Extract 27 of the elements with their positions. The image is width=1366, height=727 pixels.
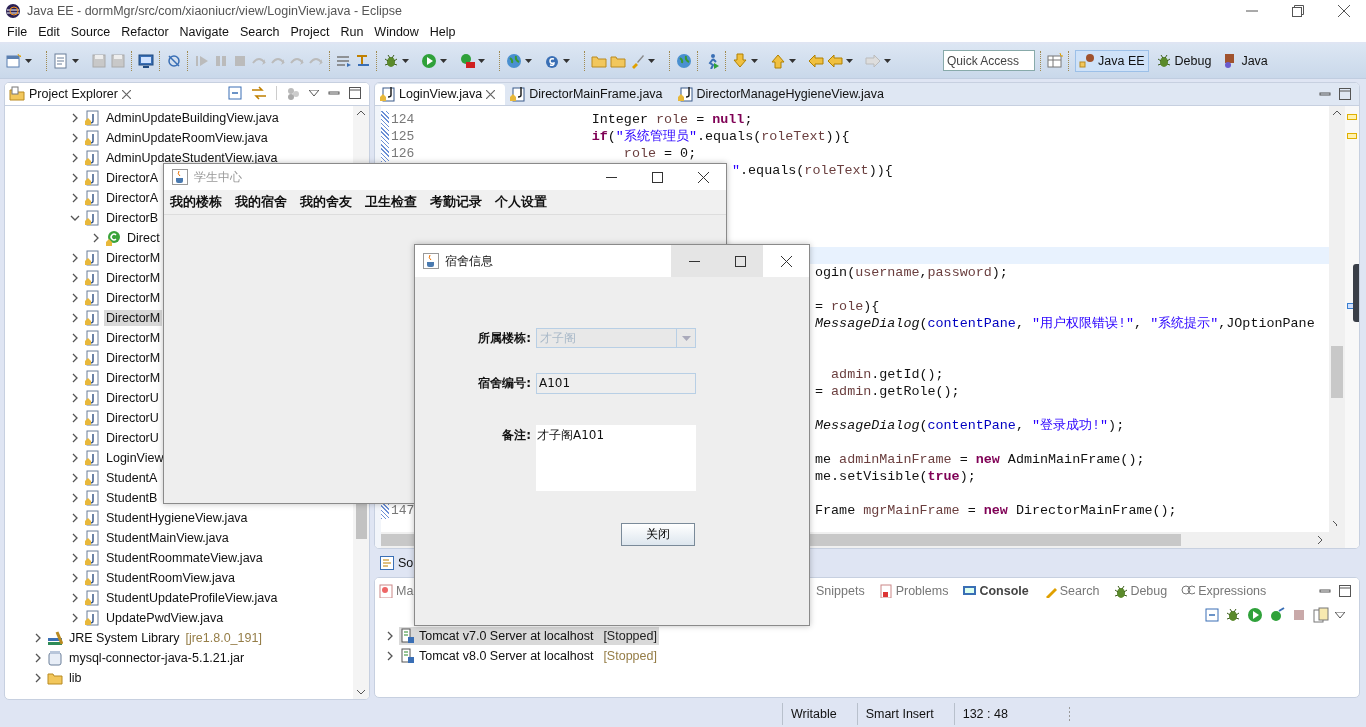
code-line: MessageDialog(contentPane, "登录成功!"); (815, 418, 1125, 434)
code-line: role = 0; (622, 145, 697, 161)
code-line: ogin(username,password); (815, 264, 1008, 280)
code-line: MessageDialog(contentPane, "用户权限错误!", "系统提示",JOptionPane (815, 316, 1315, 332)
field-label: 备注: (501, 427, 531, 444)
status-text: 132 : 48 (953, 702, 1068, 725)
status-text: Smart Insert (856, 702, 954, 725)
tree-item-detail: [jre1.8.0_191] (185, 630, 262, 645)
code-line: Frame mgrMainFrame = new DirectorMainFrame(); (815, 502, 1177, 518)
line-number: 124 (391, 111, 415, 127)
code-line: Integer role = null; (590, 111, 753, 127)
code-line: me adminMainFrame = new AdminMainFrame(); (815, 451, 1145, 467)
status-text: Writable (782, 702, 857, 725)
line-number: 147 (391, 502, 415, 518)
window-title: 宿舍信息 (445, 252, 493, 270)
field-label: 所属楼栋: (477, 329, 531, 347)
code-line: me.setVisible(true); (815, 468, 976, 484)
field-label: 宿舍编号: (477, 375, 531, 392)
code-line: = role){ (815, 298, 880, 314)
code-line: admin.getId(); (830, 366, 944, 382)
code-line: if("系统管理员".equals(roleText)){ (590, 129, 850, 145)
line-number: 126 (391, 145, 415, 161)
window-title: Java EE - dormMgr/src/com/xiaoniucr/view/LoginView.java - Eclipse (27, 4, 403, 18)
code-line: = admin.getRole(); (815, 383, 960, 399)
window-title: 学生中心 (194, 168, 242, 186)
line-number: 125 (391, 128, 415, 144)
code-line: ".equals(roleText)){ (732, 162, 893, 178)
